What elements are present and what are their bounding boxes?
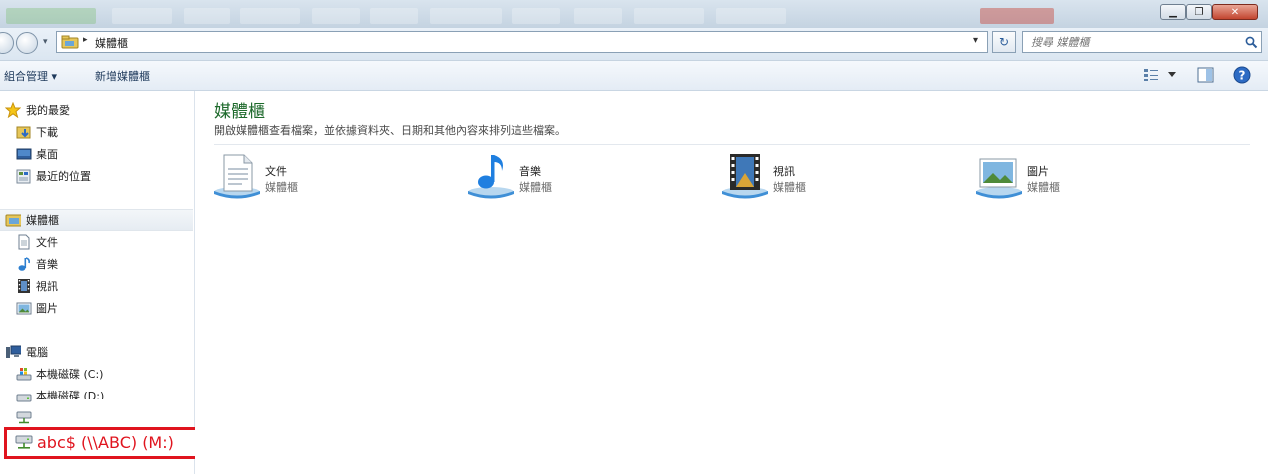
background-tab [980,8,1054,24]
library-folder-icon [61,35,79,49]
search-box[interactable] [1022,31,1262,53]
downloads-folder-icon [16,124,32,140]
new-library-button[interactable]: 新增媒體櫃 [95,68,150,84]
close-button[interactable]: ✕ [1212,4,1258,20]
highlighted-network-drive-m[interactable]: abc$ (\\ABC) (M:) [4,427,205,459]
nav-documents[interactable]: 文件 [0,231,193,253]
divider [214,144,1250,145]
page-description: 開啟媒體櫃查看檔案，並依據資料夾、日期和其他內容來排列這些檔案。 [214,124,566,137]
nav-label: 音樂 [36,258,58,271]
document-icon [16,234,32,250]
help-icon[interactable]: ? [1233,66,1251,84]
background-tab [184,8,230,24]
background-tab [634,8,704,24]
nav-downloads[interactable]: 下載 [0,121,193,143]
library-music[interactable]: 音樂 媒體櫃 [466,151,706,203]
background-tab [370,8,418,24]
computer-icon [5,344,21,360]
nav-music[interactable]: 音樂 [0,253,193,275]
label-overlay [34,399,158,407]
breadcrumb-separator[interactable]: ▸ [83,35,88,45]
nav-label: 電腦 [26,346,48,359]
documents-library-icon [214,154,260,199]
address-history-dropdown[interactable]: ▾ [973,35,978,46]
library-videos[interactable]: 視訊 媒體櫃 [720,151,960,203]
background-tab [112,8,172,24]
nav-favorites[interactable]: 我的最愛 [0,99,193,121]
nav-label: 視訊 [36,280,58,293]
background-tab [312,8,360,24]
library-type: 媒體櫃 [773,181,806,194]
nav-computer[interactable]: 電腦 [0,341,193,363]
music-note-icon [16,256,32,272]
nav-recent-places[interactable]: 最近的位置 [0,165,193,187]
nav-pictures[interactable]: 圖片 [0,297,193,319]
library-documents[interactable]: 文件 媒體櫃 [212,151,452,203]
library-type: 媒體櫃 [1027,181,1060,194]
desktop-icon [16,146,32,162]
recent-places-icon [16,168,32,184]
library-name: 文件 [265,165,287,178]
nav-label: 圖片 [36,302,58,315]
film-icon [16,278,32,294]
svg-text:?: ? [1239,69,1246,83]
system-drive-icon [16,366,32,382]
nav-label: 媒體櫃 [26,214,59,227]
pictures-library-icon [976,158,1022,199]
libraries-icon [5,212,21,228]
nav-desktop[interactable]: 桌面 [0,143,193,165]
background-tab [6,8,96,24]
change-view-icon[interactable] [1143,68,1159,82]
background-tab [240,8,300,24]
window-title-bar: ▁ ❐ ✕ [0,0,1268,28]
nav-label: 文件 [36,236,58,249]
highlighted-drive-label: abc$ (\\ABC) (M:) [37,433,174,452]
nav-libraries[interactable]: 媒體櫃 [0,209,193,231]
nav-label: 下載 [36,126,58,139]
content-pane: 媒體櫃 開啟媒體櫃查看檔案，並依據資料夾、日期和其他內容來排列這些檔案。 文件 … [195,91,1268,474]
library-type: 媒體櫃 [265,181,298,194]
refresh-button[interactable]: ↻ [992,31,1016,53]
magnifier-icon[interactable] [1245,36,1258,49]
maximize-button[interactable]: ❐ [1186,4,1212,20]
music-library-icon [468,155,514,199]
library-pictures[interactable]: 圖片 媒體櫃 [974,151,1214,203]
organize-menu-button[interactable]: 組合管理 ▾ [4,68,57,84]
network-drive-icon [16,410,32,426]
library-name: 視訊 [773,165,795,178]
nav-videos[interactable]: 視訊 [0,275,193,297]
breadcrumb-libraries[interactable]: 媒體櫃 [95,35,128,51]
command-bar: 組合管理 ▾ 新增媒體櫃 ? [0,61,1268,91]
nav-label: 桌面 [36,148,58,161]
page-title: 媒體櫃 [214,102,265,122]
nav-label: 最近的位置 [36,170,91,183]
search-input[interactable] [1031,34,1241,50]
library-name: 圖片 [1027,165,1049,178]
forward-button[interactable] [16,32,38,54]
library-name: 音樂 [519,165,541,178]
library-type: 媒體櫃 [519,181,552,194]
background-tab [430,8,502,24]
background-tab [574,8,622,24]
preview-pane-icon[interactable] [1197,67,1214,83]
navigation-pane: 我的最愛 下載 桌面 最近的位置 媒體櫃 文件 音樂 視訊 圖片 電腦 本機磁碟… [0,91,195,474]
back-button[interactable] [0,32,14,54]
nav-label: 本機磁碟 (C:) [36,368,104,381]
recent-pages-dropdown[interactable]: ▾ [43,37,48,47]
background-tab [512,8,560,24]
address-bar[interactable]: ▸ 媒體櫃 ▾ [56,31,988,53]
address-toolbar: ▾ ▸ 媒體櫃 ▾ ↻ [0,28,1268,61]
videos-library-icon [722,154,768,199]
background-tab [716,8,786,24]
minimize-button[interactable]: ▁ [1160,4,1186,20]
view-options-chevron-icon[interactable] [1168,72,1176,78]
hard-drive-icon [16,388,32,404]
star-icon [5,102,21,118]
nav-network-drive[interactable] [0,407,193,429]
nav-drive-c[interactable]: 本機磁碟 (C:) [0,363,193,385]
refresh-icon: ↻ [998,35,1010,49]
nav-label: 我的最愛 [26,104,70,117]
picture-icon [16,300,32,316]
network-drive-icon [15,435,33,454]
